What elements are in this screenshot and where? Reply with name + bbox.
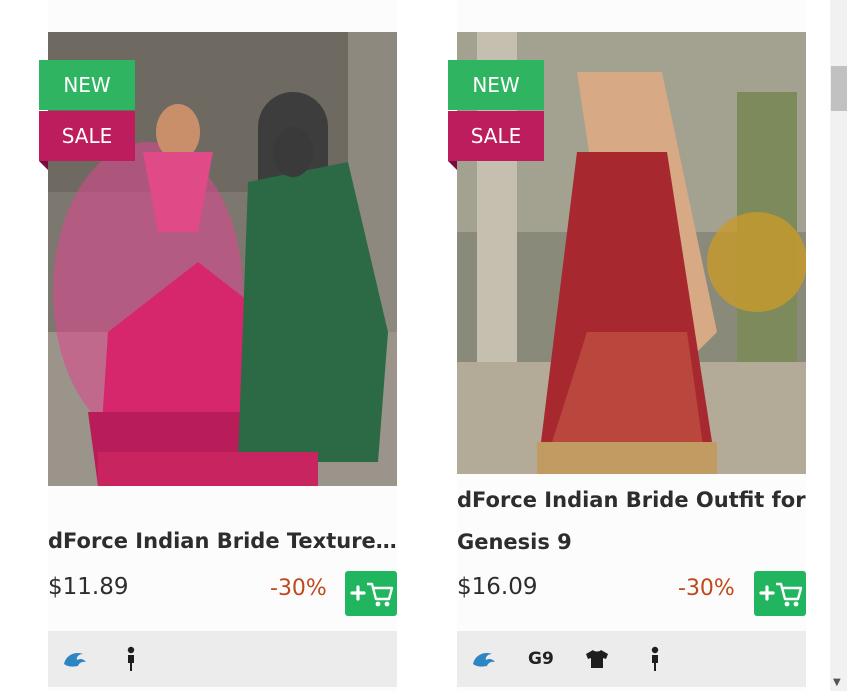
figure-icon — [645, 631, 665, 687]
add-to-cart-icon — [759, 582, 803, 607]
add-to-cart-button[interactable] — [754, 571, 806, 616]
sale-badge: SALE — [448, 111, 544, 161]
add-to-cart-icon — [350, 582, 394, 607]
daz-logo-icon — [469, 631, 499, 687]
product-title[interactable]: dForce Indian Bride Outfit for Genesis 9 — [457, 479, 806, 563]
ribbon-fold — [39, 161, 48, 170]
product-price: $16.09 — [457, 574, 538, 600]
ribbon-fold — [448, 161, 457, 170]
product-title[interactable]: dForce Indian Bride Texture Add-On — [48, 520, 397, 562]
scrollbar-thumb[interactable] — [831, 66, 847, 111]
product-card[interactable]: NEW SALE dForce Indian Bride Texture Add… — [39, 0, 397, 691]
generation-label: G9 — [528, 649, 554, 669]
scroll-down-arrow-icon[interactable]: ▼ — [833, 677, 841, 688]
new-badge: NEW — [39, 60, 135, 110]
product-meta-bar — [48, 631, 397, 687]
clothing-icon — [584, 631, 610, 687]
discount-label: -30% — [270, 576, 327, 601]
product-meta-bar: G9 — [457, 631, 806, 687]
new-badge: NEW — [448, 60, 544, 110]
sale-badge: SALE — [39, 111, 135, 161]
figure-icon — [121, 631, 141, 687]
product-card[interactable]: NEW SALE dForce Indian Bride Outfit for … — [448, 0, 806, 691]
product-price: $11.89 — [48, 574, 129, 600]
discount-label: -30% — [678, 576, 735, 601]
add-to-cart-button[interactable] — [345, 571, 397, 616]
daz-logo-icon — [60, 631, 90, 687]
